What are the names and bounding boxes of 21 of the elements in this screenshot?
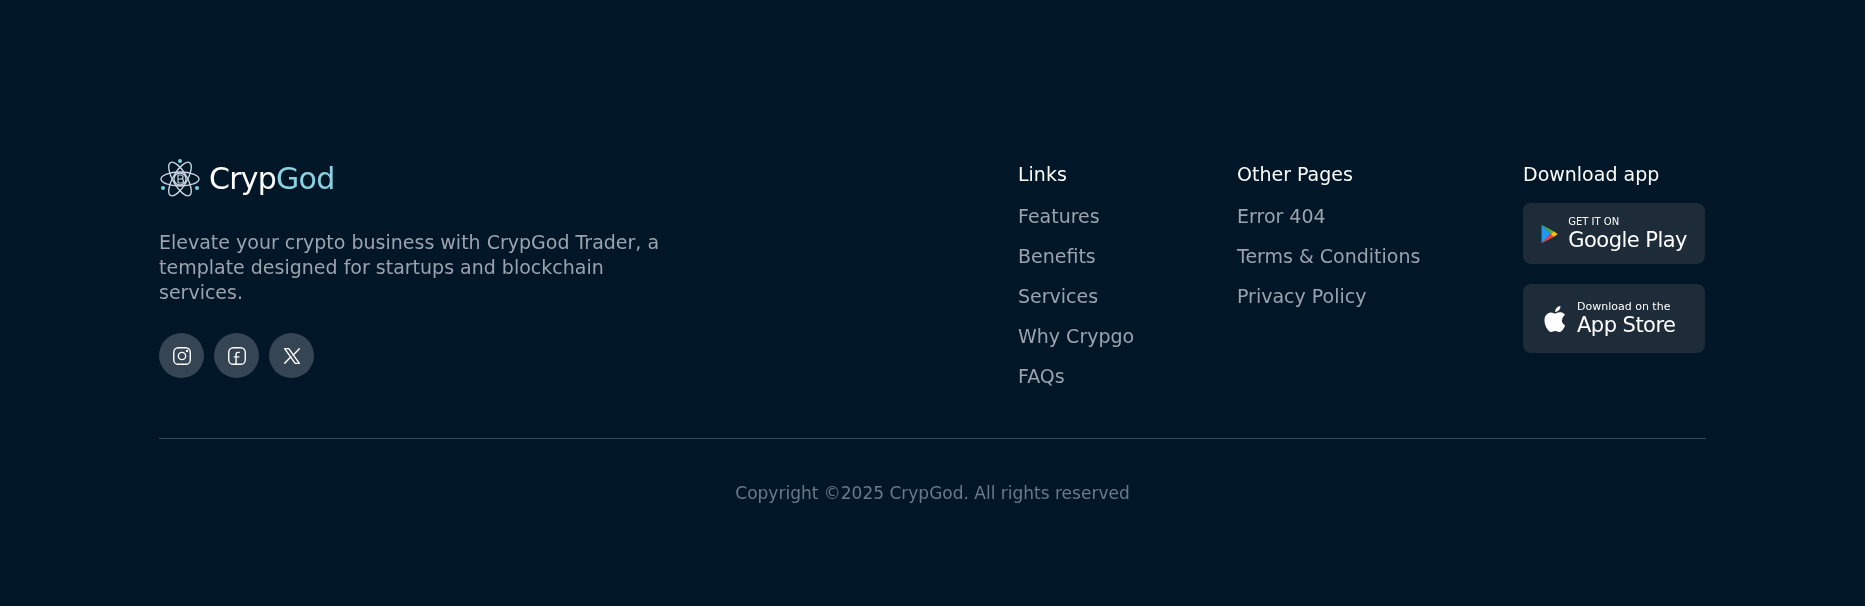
footer-link[interactable]: Error 404 (1237, 203, 1523, 229)
social-link[interactable] (159, 333, 204, 378)
column-heading: Download app (1523, 162, 1661, 187)
footer-link[interactable]: Privacy Policy (1237, 283, 1523, 309)
instagram-icon (170, 344, 193, 367)
facebook-icon (225, 344, 248, 367)
brand-name: CrypGod (209, 164, 335, 194)
footer-link[interactable]: Services (1018, 283, 1237, 309)
footer-link[interactable]: Why Crypgo (1018, 323, 1237, 349)
footer-link[interactable]: FAQs (1018, 363, 1237, 389)
store-badge[interactable]: Download on the App Store (1523, 284, 1705, 353)
footer-link[interactable]: Features (1018, 203, 1237, 229)
copyright-text: Copyright ©2025 CrypGod. All rights reserved (735, 482, 1130, 505)
brand-description: Elevate your crypto business with CrypGod Trader, a template designed for startups and blockchain services. (159, 230, 661, 305)
column-heading: Other Pages (1237, 162, 1354, 187)
social-link[interactable] (214, 333, 259, 378)
column-heading: Links (1018, 162, 1068, 187)
footer-link[interactable]: Benefits (1018, 243, 1237, 269)
social-link[interactable] (269, 333, 314, 378)
footer-link[interactable]: Terms & Conditions (1237, 243, 1523, 269)
store-badge[interactable]: GET IT ON Google Play (1523, 203, 1705, 264)
